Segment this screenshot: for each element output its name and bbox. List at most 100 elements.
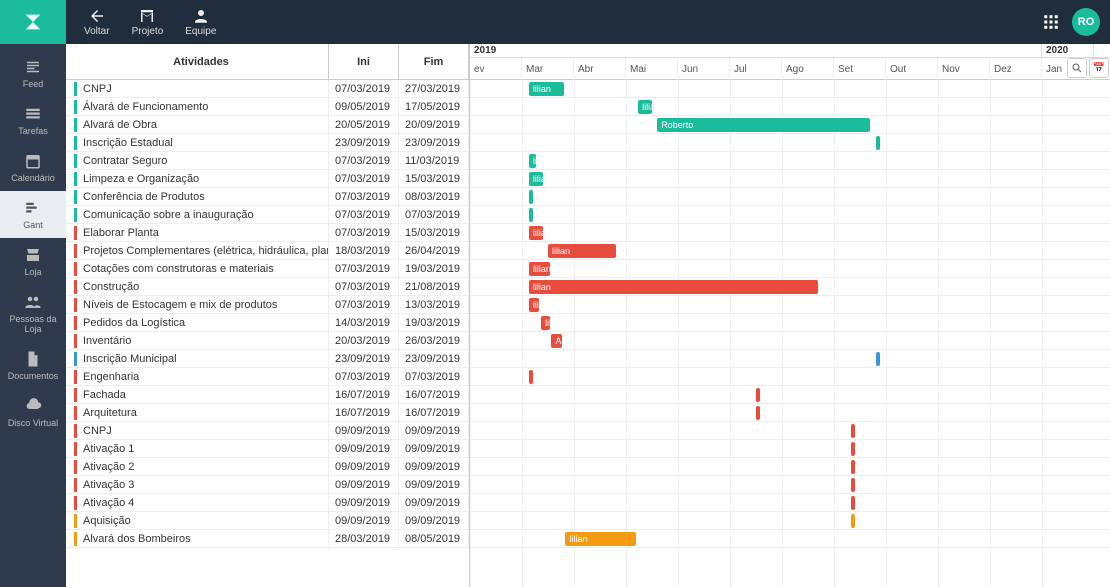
gantt-bar[interactable]	[851, 460, 855, 474]
gantt-chart[interactable]: lilian lilia Roberto li lilia lilia lilian lili…	[470, 80, 1110, 587]
start-date: 09/05/2019	[329, 98, 399, 115]
apps-icon[interactable]	[1042, 13, 1060, 31]
gantt-bar[interactable]: lilia	[529, 226, 543, 240]
table-row[interactable]: Arquitetura16/07/201916/07/2019	[66, 404, 469, 422]
gantt-bar[interactable]	[756, 406, 760, 420]
gantt-bar[interactable]	[529, 370, 533, 384]
table-row[interactable]: Elaborar Planta07/03/201915/03/2019	[66, 224, 469, 242]
end-date: 09/09/2019	[399, 458, 469, 475]
row-color-bar	[74, 442, 77, 456]
gantt-row: lilia	[470, 224, 1110, 242]
start-date: 07/03/2019	[329, 188, 399, 205]
row-color-bar	[74, 244, 77, 258]
row-color-bar	[74, 190, 77, 204]
gantt-bar[interactable]: lilia	[638, 100, 652, 114]
project-button[interactable]: Projeto	[126, 5, 170, 39]
gantt-bar[interactable]: A	[551, 334, 561, 348]
sidebar-item-documentos[interactable]: Documentos	[0, 342, 66, 389]
table-row[interactable]: Fachada16/07/201916/07/2019	[66, 386, 469, 404]
gantt-bar[interactable]	[756, 388, 760, 402]
back-button[interactable]: Voltar	[78, 5, 116, 39]
activity-name: Ativação 1	[83, 443, 134, 455]
gantt-bar[interactable]: lilian	[529, 82, 564, 96]
task-list[interactable]: CNPJ07/03/201927/03/2019Álvará de Funcio…	[66, 80, 469, 587]
sidebar-item-tarefas[interactable]: Tarefas	[0, 97, 66, 144]
gantt-row: lil	[470, 314, 1110, 332]
sidebar-item-feed[interactable]: Feed	[0, 50, 66, 97]
team-button[interactable]: Equipe	[179, 5, 222, 39]
documentos-icon	[24, 350, 42, 368]
gantt-bar[interactable]: lil	[529, 298, 539, 312]
activity-name: Comunicação sobre a inauguração	[83, 209, 254, 221]
date-button[interactable]: 📅	[1089, 58, 1109, 78]
month-label: Out	[886, 58, 938, 80]
row-color-bar	[74, 406, 77, 420]
end-date: 26/03/2019	[399, 332, 469, 349]
gantt-bar[interactable]: lilia	[529, 172, 543, 186]
table-row[interactable]: Construção07/03/201921/08/2019	[66, 278, 469, 296]
gantt-row	[470, 440, 1110, 458]
gantt-bar[interactable]: lilian	[565, 532, 636, 546]
user-avatar[interactable]: RO	[1072, 8, 1100, 36]
end-date: 23/09/2019	[399, 134, 469, 151]
app-logo[interactable]	[0, 0, 66, 44]
gantt-bar[interactable]	[876, 352, 880, 366]
table-row[interactable]: Ativação 409/09/201909/09/2019	[66, 494, 469, 512]
table-row[interactable]: CNPJ09/09/201909/09/2019	[66, 422, 469, 440]
end-date: 15/03/2019	[399, 224, 469, 241]
table-row[interactable]: Alvará dos Bombeiros28/03/201908/05/2019	[66, 530, 469, 548]
start-date: 09/09/2019	[329, 512, 399, 529]
table-row[interactable]: Álvará de Funcionamento09/05/201917/05/2…	[66, 98, 469, 116]
table-row[interactable]: Inventário20/03/201926/03/2019	[66, 332, 469, 350]
gantt-bar[interactable]: lil	[541, 316, 550, 330]
gantt-bar[interactable]	[851, 424, 855, 438]
gantt-bar[interactable]	[851, 514, 855, 528]
table-row[interactable]: Pedidos da Logística14/03/201919/03/2019	[66, 314, 469, 332]
sidebar-item-label: Pessoas da Loja	[2, 314, 64, 334]
gantt-bar[interactable]	[529, 208, 533, 222]
start-date: 16/07/2019	[329, 386, 399, 403]
sidebar-item-disco[interactable]: Disco Virtual	[0, 389, 66, 436]
table-row[interactable]: Limpeza e Organização07/03/201915/03/201…	[66, 170, 469, 188]
gantt-row	[470, 476, 1110, 494]
table-row[interactable]: Ativação 309/09/201909/09/2019	[66, 476, 469, 494]
activity-name: Inscrição Estadual	[83, 137, 173, 149]
zoom-button[interactable]	[1067, 58, 1087, 78]
start-date: 07/03/2019	[329, 206, 399, 223]
calendario-icon	[24, 152, 42, 170]
table-row[interactable]: Engenharia07/03/201907/03/2019	[66, 368, 469, 386]
table-row[interactable]: Ativação 209/09/201909/09/2019	[66, 458, 469, 476]
table-row[interactable]: Alvará de Obra20/05/201920/09/2019	[66, 116, 469, 134]
table-row[interactable]: Inscrição Municipal23/09/201923/09/2019	[66, 350, 469, 368]
table-row[interactable]: Conferência de Produtos07/03/201908/03/2…	[66, 188, 469, 206]
table-row[interactable]: CNPJ07/03/201927/03/2019	[66, 80, 469, 98]
table-row[interactable]: Aquisição09/09/201909/09/2019	[66, 512, 469, 530]
gantt-bar[interactable]	[851, 496, 855, 510]
gantt-bar[interactable]	[529, 190, 533, 204]
gantt-bar[interactable]: lilian	[529, 280, 818, 294]
table-row[interactable]: Projetos Complementares (elétrica, hidrá…	[66, 242, 469, 260]
sidebar-item-gant[interactable]: Gant	[0, 191, 66, 238]
sidebar-item-pessoas[interactable]: Pessoas da Loja	[0, 285, 66, 342]
end-date: 08/05/2019	[399, 530, 469, 547]
table-row[interactable]: Contratar Seguro07/03/201911/03/2019	[66, 152, 469, 170]
start-date: 09/09/2019	[329, 422, 399, 439]
gantt-bar[interactable]: Roberto	[657, 118, 870, 132]
activity-name: Elaborar Planta	[83, 227, 159, 239]
table-row[interactable]: Cotações com construtoras e materiais07/…	[66, 260, 469, 278]
table-row[interactable]: Níveis de Estocagem e mix de produtos07/…	[66, 296, 469, 314]
table-row[interactable]: Ativação 109/09/201909/09/2019	[66, 440, 469, 458]
gantt-bar[interactable]	[851, 478, 855, 492]
sidebar-item-calendario[interactable]: Calendário	[0, 144, 66, 191]
gant-icon	[24, 199, 42, 217]
gantt-bar[interactable]	[876, 136, 880, 150]
end-date: 09/09/2019	[399, 494, 469, 511]
sidebar-item-loja[interactable]: Loja	[0, 238, 66, 285]
table-row[interactable]: Comunicação sobre a inauguração 07/03/201…	[66, 206, 469, 224]
gantt-bar[interactable]: li	[529, 154, 536, 168]
gantt-bar[interactable]: lilian	[529, 262, 550, 276]
row-color-bar	[74, 262, 77, 276]
gantt-bar[interactable]	[851, 442, 855, 456]
gantt-bar[interactable]: lilian	[548, 244, 616, 258]
table-row[interactable]: Inscrição Estadual23/09/201923/09/2019	[66, 134, 469, 152]
